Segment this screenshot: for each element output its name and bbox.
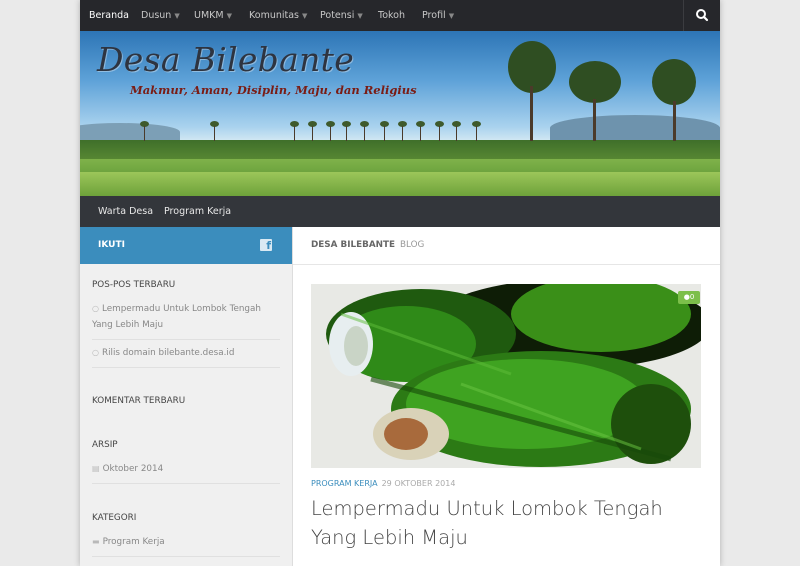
nav-label: Profil [422,10,446,21]
post-title[interactable]: Lempermadu Untuk Lombok Tengah Yang Lebi… [311,494,701,552]
recent-post-link[interactable]: ○ Lempermadu Untuk Lombok Tengah Yang Leb… [92,301,268,333]
secondary-navigation: Warta Desa Program Kerja [80,196,720,227]
category-label: Program Kerja [102,537,165,547]
nav-label: Tokoh [378,10,405,21]
subnav-item-warta-desa[interactable]: Warta Desa [98,196,153,227]
nav-item-tokoh[interactable]: Tokoh [378,0,405,31]
palm-tree [398,121,407,141]
tree [500,41,560,141]
nav-label: Komunitas [249,10,300,21]
chevron-down-icon: ▼ [448,12,455,20]
nav-label: Beranda [89,10,129,21]
breadcrumb-site[interactable]: DESA BILEBANTE [311,227,395,264]
page-wrapper: Beranda Dusun ▼ UMKM ▼ Komunitas ▼ Potensi ▼… [80,0,720,566]
divider [92,483,280,484]
chevron-down-icon: ▼ [357,12,363,20]
palm-tree [435,121,444,141]
top-navigation: Beranda Dusun ▼ UMKM ▼ Komunitas ▼ Potensi ▼… [80,0,720,31]
palm-tree [290,121,299,141]
divider [92,556,280,557]
archive-link[interactable]: ▤ Oktober 2014 [92,461,268,477]
comment-count: 0 [689,293,695,301]
post-meta: PROGRAM KERJA 29 OKTOBER 2014 [311,479,455,488]
palm-tree [326,121,335,141]
nav-item-dusun[interactable]: Dusun ▼ [141,0,180,31]
nav-item-umkm[interactable]: UMKM ▼ [194,0,232,31]
palm-tree [140,121,149,141]
widget-title-recent-posts: POS-POS TERBARU [92,280,176,290]
subnav-item-program-kerja[interactable]: Program Kerja [164,196,231,227]
nav-label: UMKM [194,10,224,21]
tree [565,61,625,141]
recent-post-label: Rilis domain bilebante.desa.id [101,348,235,358]
circle-icon: ○ [92,304,99,313]
nav-item-komunitas[interactable]: Komunitas ▼ [249,0,307,31]
food-image [311,284,701,468]
widget-title-categories: KATEGORI [92,513,137,523]
palm-tree [452,121,461,141]
post-date: 29 OKTOBER 2014 [381,479,456,488]
palm-tree [360,121,369,141]
post-category[interactable]: PROGRAM KERJA [311,479,378,488]
comment-count-badge[interactable]: ●0 [678,291,700,304]
recent-post-link[interactable]: ○ Rilis domain bilebante.desa.id [92,345,268,361]
nav-item-profil[interactable]: Profil ▼ [422,0,454,31]
palm-tree [380,121,389,141]
field [80,172,720,196]
chevron-down-icon: ▼ [302,12,308,20]
category-link[interactable]: ▬ Program Kerja [92,534,268,550]
palm-tree [308,121,317,141]
breadcrumb: DESA BILEBANTE BLOG [293,227,720,265]
palm-tree [210,121,219,141]
palm-tree [342,121,351,141]
archive-label: Oktober 2014 [102,464,164,474]
nav-label: Potensi [320,10,355,21]
divider [92,339,280,340]
search-button[interactable] [683,0,720,31]
recent-post-label: Lempermadu Untuk Lombok Tengah Yang Lebi… [92,304,261,330]
chevron-down-icon: ▼ [174,12,180,20]
mountain [80,123,180,141]
palm-tree [416,121,425,141]
palm-tree [472,121,481,141]
chevron-down-icon: ▼ [226,12,232,20]
nav-item-potensi[interactable]: Potensi ▼ [320,0,363,31]
header-banner[interactable]: Desa Bilebante Makmur, Aman, Disiplin, M… [80,31,720,196]
divider [92,367,280,368]
folder-icon: ▬ [92,537,100,546]
nav-item-beranda[interactable]: Beranda [89,0,129,31]
post-thumbnail[interactable] [311,284,701,468]
nav-label: Dusun [141,10,172,21]
search-icon [696,9,709,22]
circle-icon: ○ [92,348,99,357]
site-tagline: Makmur, Aman, Disiplin, Maju, dan Religi… [130,83,417,97]
widget-title-recent-comments: KOMENTAR TERBARU [92,396,186,406]
tree [650,59,700,141]
breadcrumb-page: BLOG [400,240,425,250]
follow-label: IKUTI [98,240,125,250]
site-title[interactable]: Desa Bilebante [97,40,354,79]
follow-bar: IKUTI f [80,227,292,264]
widget-title-archive: ARSIP [92,440,118,450]
calendar-icon: ▤ [92,464,100,473]
facebook-icon[interactable]: f [260,239,272,252]
sidebar: IKUTI f POS-POS TERBARU ○ Lempermadu Untu… [80,227,293,566]
